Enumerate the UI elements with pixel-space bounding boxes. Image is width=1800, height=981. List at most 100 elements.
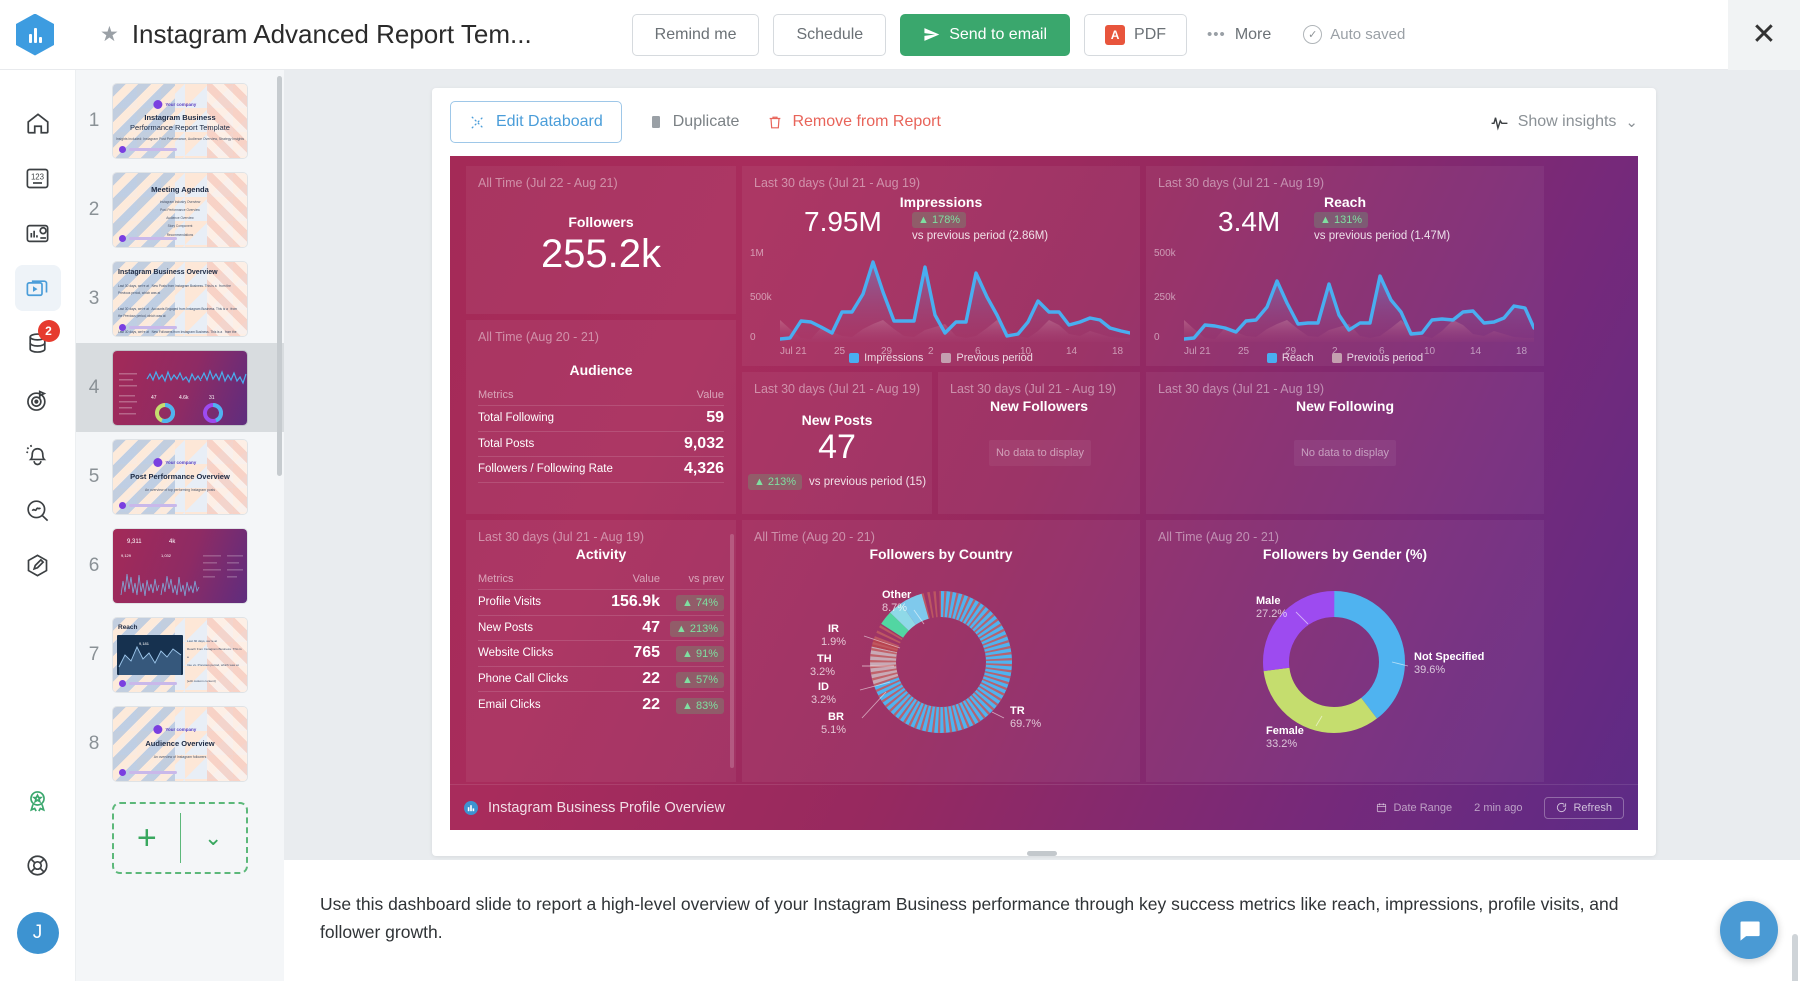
- tile-reach[interactable]: Last 30 days (Jul 21 - Aug 19) Reach 3.4…: [1146, 166, 1544, 366]
- sidebar-item-edit[interactable]: [15, 542, 61, 588]
- show-insights-toggle[interactable]: Show insights ⌄: [1490, 113, 1638, 132]
- sidebar-item-slideshows[interactable]: [14, 265, 61, 311]
- wand-icon: [471, 115, 484, 129]
- logo-bars-icon: [28, 27, 42, 43]
- chat-support-button[interactable]: [1720, 901, 1778, 959]
- col-vs-prev: vs prev: [688, 572, 724, 585]
- thumbnail-image[interactable]: Instagram Business Overview Last 30 days…: [112, 260, 248, 337]
- close-button[interactable]: ✕: [1728, 0, 1800, 70]
- thumbnail-image[interactable]: Meeting Agenda Instagram Industry Overvi…: [112, 171, 248, 248]
- legend-item-impressions[interactable]: Impressions: [849, 352, 923, 364]
- slide-thumb-2[interactable]: 2 Meeting Agenda Instagram Industry Over…: [76, 165, 284, 254]
- tile-title: Activity: [575, 546, 627, 562]
- svg-text:TR: TR: [1010, 705, 1025, 717]
- tile-followers-by-country[interactable]: All Time (Aug 20 - 21) Followers by Coun…: [742, 520, 1140, 782]
- table-row: Email Clicks 22 ▲ 83%: [478, 692, 724, 718]
- tile-followers-by-gender[interactable]: All Time (Aug 20 - 21) Followers by Gend…: [1146, 520, 1544, 782]
- avatar-initial: J: [16, 912, 59, 954]
- tile-value: 7.95M: [804, 206, 882, 237]
- impressions-legend: Impressions Previous period: [742, 352, 1140, 364]
- tile-audience[interactable]: All Time (Aug 20 - 21) Audience Metrics …: [466, 320, 736, 514]
- legend-item-reach[interactable]: Reach: [1266, 352, 1314, 364]
- chevron-down-icon[interactable]: ⌄: [180, 825, 246, 851]
- resize-handle[interactable]: [1027, 851, 1057, 856]
- thumbnail-image[interactable]: 9,311 4k 9,129 1,032: [112, 527, 248, 604]
- thumbnail-image[interactable]: Your company Post Performance Overview A…: [112, 438, 248, 515]
- slide-thumb-7[interactable]: 7 Reach 9,181 Last 30 days, we're at Reac…: [76, 610, 284, 699]
- remove-from-report-button[interactable]: Remove from Report: [767, 113, 941, 131]
- tile-impressions[interactable]: Last 30 days (Jul 21 - Aug 19) Impressio…: [742, 166, 1140, 366]
- edit-databoard-button[interactable]: Edit Databoard: [450, 101, 622, 143]
- pdf-button[interactable]: A PDF: [1084, 13, 1188, 56]
- slide-thumb-6[interactable]: 6 9,311 4k 9,129 1,032: [76, 521, 284, 610]
- svg-text:3.2%: 3.2%: [810, 666, 835, 678]
- home-icon: [26, 113, 49, 134]
- slide-thumb-8[interactable]: 8 Your company Audience Overview An over…: [76, 699, 284, 788]
- sidebar-item-data-sources[interactable]: 2: [15, 320, 61, 366]
- databox-logo[interactable]: [16, 13, 54, 56]
- slide-thumb-4[interactable]: 4 47 4.6k 31: [76, 343, 284, 432]
- tile-new-following[interactable]: Last 30 days (Jul 21 - Aug 19) New Follo…: [1146, 372, 1544, 514]
- sidebar-item-goals[interactable]: [15, 377, 61, 423]
- activity-scrollbar[interactable]: [730, 534, 734, 768]
- svg-text:IR: IR: [828, 623, 839, 635]
- cell-value: 9,032: [683, 434, 724, 452]
- add-slide-button[interactable]: + ⌄: [112, 802, 248, 874]
- slide-footer-badge: [119, 768, 177, 776]
- sidebar-item-help[interactable]: [15, 842, 61, 888]
- sidebar-item-alerts[interactable]: [15, 432, 61, 478]
- slide-tagline: Insights included: Instagram Post Perfor…: [115, 136, 245, 141]
- check-circle-icon: ✓: [1303, 25, 1323, 44]
- notes-scrollbar[interactable]: [1792, 934, 1798, 981]
- tile-date: All Time (Aug 20 - 21): [754, 530, 875, 544]
- legend-item-previous-period[interactable]: Previous period: [1331, 352, 1423, 364]
- tile-title: Followers by Gender (%): [1262, 546, 1428, 562]
- thumbnail-scrollbar[interactable]: [277, 76, 282, 476]
- thumbnail-image[interactable]: 47 4.6k 31: [112, 349, 248, 426]
- thumbnail-image[interactable]: Your company Audience Overview An overvi…: [112, 705, 248, 782]
- cell-metric: Profile Visits: [478, 596, 542, 609]
- tile-new-followers[interactable]: Last 30 days (Jul 21 - Aug 19) New Follo…: [938, 372, 1140, 514]
- schedule-button[interactable]: Schedule: [773, 13, 887, 56]
- table-row: Website Clicks 765 ▲ 91%: [478, 641, 724, 667]
- sidebar-item-home[interactable]: [15, 100, 61, 146]
- more-button[interactable]: ••• More: [1207, 26, 1271, 44]
- date-range-button[interactable]: Date Range: [1376, 802, 1452, 814]
- reach-chart: [1184, 274, 1534, 342]
- svg-text:ID: ID: [818, 681, 829, 693]
- tile-new-posts[interactable]: Last 30 days (Jul 21 - Aug 19) New Posts…: [742, 372, 932, 514]
- svg-text:31: 31: [209, 395, 215, 401]
- slide-notes-text[interactable]: Use this dashboard slide to report a hig…: [284, 860, 1704, 946]
- sidebar-item-rewards[interactable]: [15, 778, 61, 824]
- slide-thumb-5[interactable]: 5 Your company Post Performance Overview…: [76, 432, 284, 521]
- thumbnail-image[interactable]: Your company Instagram Business Performa…: [112, 82, 248, 159]
- refresh-button[interactable]: Refresh: [1544, 796, 1624, 819]
- tile-date: All Time (Aug 20 - 21): [478, 330, 599, 344]
- favorite-star-icon[interactable]: ★: [100, 24, 119, 45]
- alerts-bell-icon: [26, 444, 47, 465]
- send-to-email-button[interactable]: Send to email: [900, 13, 1071, 56]
- remind-me-button[interactable]: Remind me: [631, 13, 760, 56]
- tile-followers[interactable]: All Time (Jul 22 - Aug 21) Followers 255…: [466, 166, 736, 314]
- chevron-down-icon: ⌄: [1625, 114, 1638, 131]
- more-label: More: [1234, 25, 1272, 43]
- legend-item-previous-period[interactable]: Previous period: [941, 352, 1033, 364]
- sidebar-item-metrics[interactable]: 123: [15, 155, 61, 201]
- tile-compare: vs previous period (2.86M): [912, 230, 1049, 242]
- slide-thumb-1[interactable]: 1 Your company Instagram Business Perfor…: [76, 76, 284, 165]
- tile-date: All Time (Jul 22 - Aug 21): [478, 176, 618, 190]
- slide-thumb-3[interactable]: 3 Instagram Business Overview Last 30 da…: [76, 254, 284, 343]
- svg-text:123: 123: [31, 172, 45, 181]
- sidebar-item-insights[interactable]: [15, 487, 61, 533]
- tile-compare: vs previous period (1.47M): [1314, 230, 1451, 242]
- y-tick: 0: [750, 332, 756, 343]
- tile-title: Audience: [569, 362, 633, 378]
- svg-text:33.2%: 33.2%: [1266, 738, 1297, 750]
- avatar[interactable]: J: [0, 912, 75, 954]
- slide-number: 1: [88, 109, 100, 131]
- sidebar-item-reports[interactable]: [15, 210, 61, 256]
- tile-activity[interactable]: Last 30 days (Jul 21 - Aug 19) Activity …: [466, 520, 736, 782]
- y-tick: 500k: [750, 292, 772, 303]
- thumbnail-image[interactable]: Reach 9,181 Last 30 days, we're at Reach …: [112, 616, 248, 693]
- duplicate-button[interactable]: Duplicate: [648, 113, 739, 131]
